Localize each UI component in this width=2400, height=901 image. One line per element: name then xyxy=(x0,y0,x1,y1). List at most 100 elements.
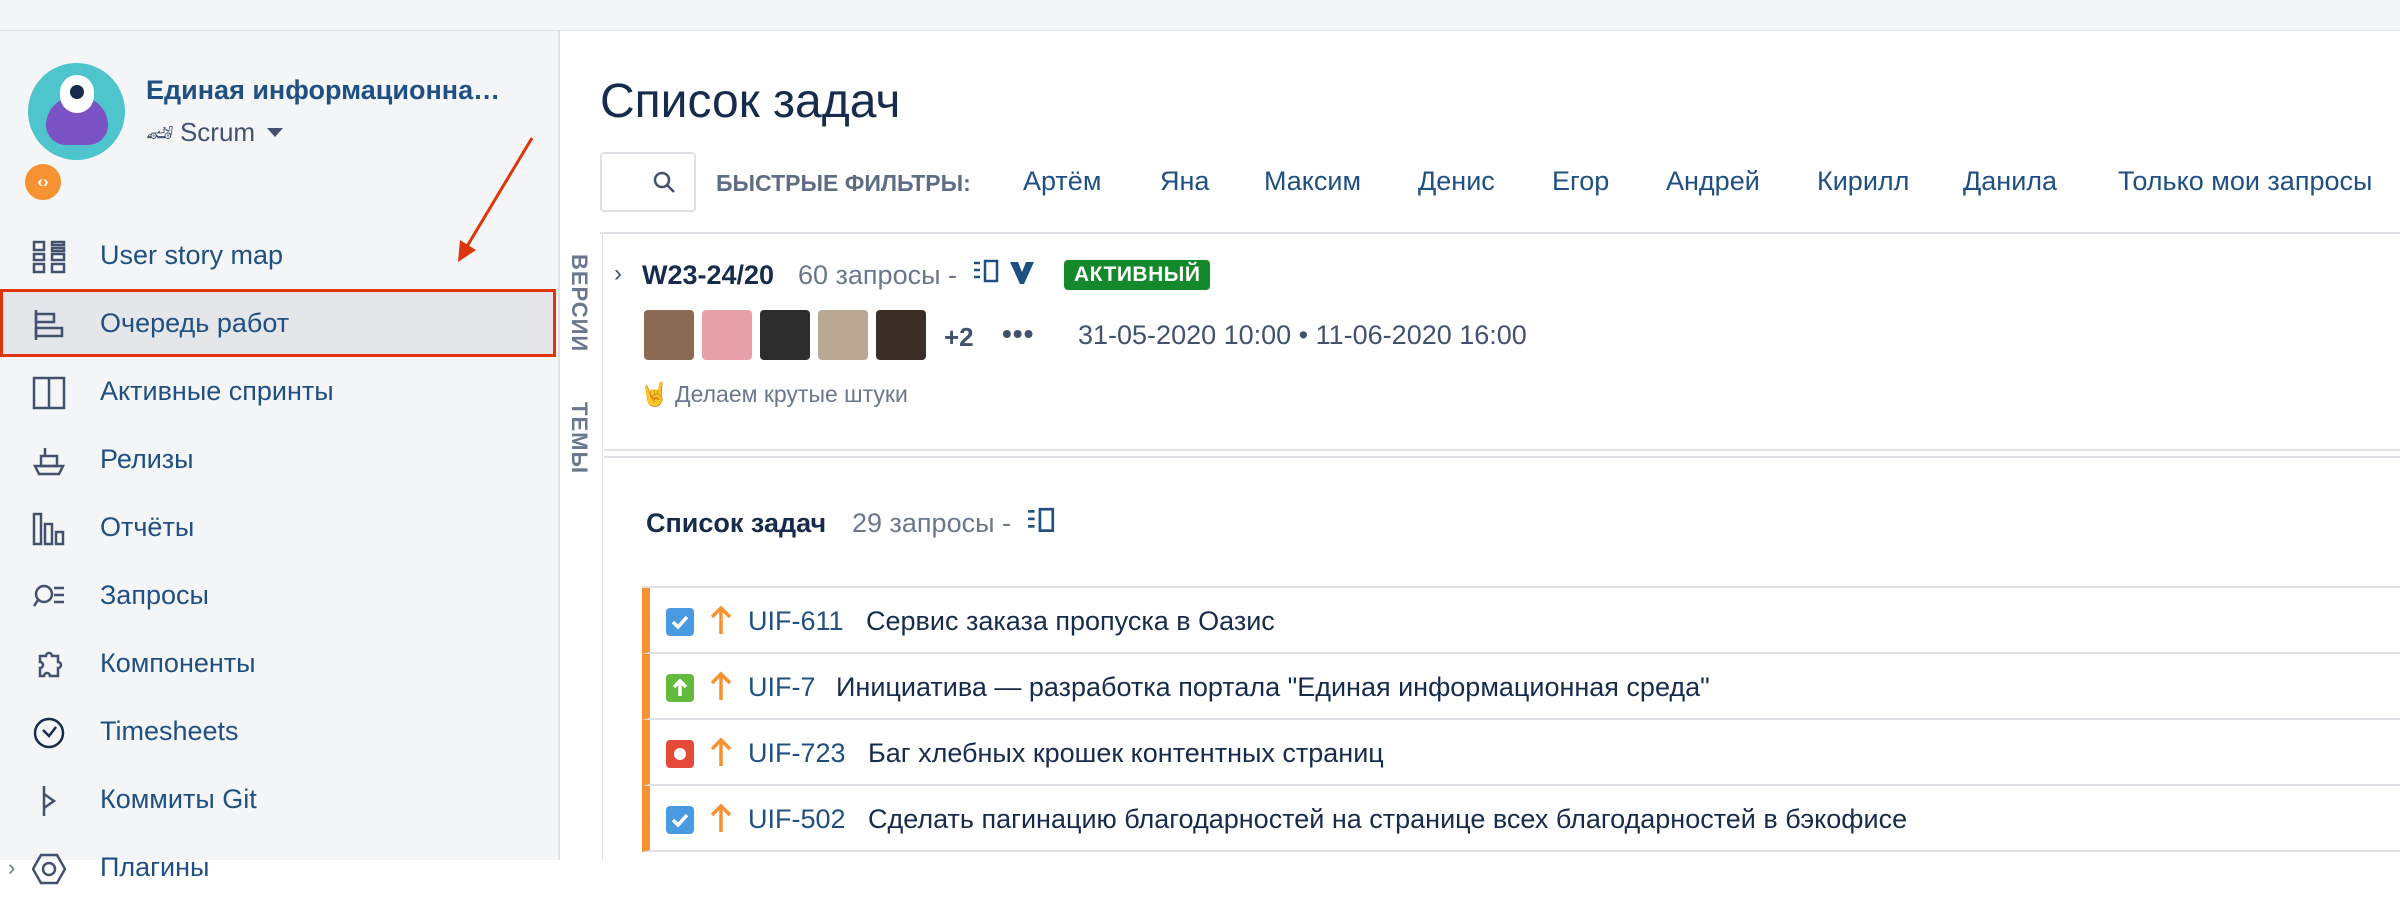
priority-high-icon xyxy=(710,671,732,700)
sidebar-item-git-commits[interactable]: Коммиты Git xyxy=(0,765,556,833)
sprint-name[interactable]: W23-24/20 xyxy=(642,260,774,291)
puzzle-icon xyxy=(38,651,63,678)
search-icon xyxy=(653,171,675,193)
quick-filter[interactable]: Только мои запросы xyxy=(2118,166,2372,197)
avatar[interactable] xyxy=(644,310,694,360)
sidebar-item-reports[interactable]: Отчёты xyxy=(0,493,556,561)
issue-list-icon[interactable] xyxy=(1026,506,1056,536)
tab-epics[interactable]: ТЕМЫ xyxy=(566,402,592,474)
sprint-flag-icon[interactable] xyxy=(1008,258,1036,286)
chevron-right-icon: › xyxy=(8,855,16,880)
task-type-icon xyxy=(666,806,694,834)
sidebar-item-label: Активные спринты xyxy=(100,376,334,406)
sprint-issue-count: 60 запросы - xyxy=(798,260,957,290)
bug-type-icon xyxy=(666,740,694,768)
sidebar-item-label: Релизы xyxy=(100,444,194,474)
divider xyxy=(600,232,2400,234)
table-row[interactable]: UIF-7 Инициатива — разработка портала "Е… xyxy=(642,654,2400,720)
quick-filter[interactable]: Егор xyxy=(1552,166,1609,197)
quick-filter[interactable]: Максим xyxy=(1264,166,1361,197)
board-icon xyxy=(32,376,66,410)
backlog-issue-count: 29 запросы - xyxy=(852,508,1011,538)
hexagon-icon xyxy=(32,853,66,885)
story-type-icon xyxy=(666,674,694,702)
vertical-tabs: ВЕРСИИ ТЕМЫ xyxy=(558,232,603,860)
quick-filter[interactable]: Артём xyxy=(1023,166,1101,197)
priority-high-icon xyxy=(710,803,732,832)
sidebar-item-label: Плагины xyxy=(100,852,210,882)
sidebar-item-timesheets[interactable]: Timesheets xyxy=(0,697,556,765)
reports-icon xyxy=(32,512,65,546)
quick-filters-label: БЫСТРЫЕ ФИЛЬТРЫ: xyxy=(716,170,971,196)
avatar-eye-shape xyxy=(70,85,84,99)
code-badge-icon: ‹› xyxy=(22,161,64,203)
status-badge: АКТИВНЫЙ xyxy=(1064,260,1211,290)
quick-filter[interactable]: Денис xyxy=(1418,166,1495,197)
issue-key[interactable]: UIF-723 xyxy=(748,738,846,769)
backlog-title: Список задач xyxy=(646,508,827,538)
divider xyxy=(604,456,2400,458)
issue-key[interactable]: UIF-502 xyxy=(748,804,846,835)
sidebar-nav: User story map Очередь работ Активные сп… xyxy=(0,221,556,901)
issue-summary[interactable]: Сделать пагинацию благодарностей на стра… xyxy=(868,804,1907,835)
issue-summary[interactable]: Баг хлебных крошек контентных страниц xyxy=(868,738,1384,769)
sidebar-item-label: Отчёты xyxy=(100,512,195,542)
more-actions-icon[interactable]: ••• xyxy=(1002,318,1034,350)
grid-icon xyxy=(32,240,66,274)
table-row[interactable]: UIF-502 Сделать пагинацию благодарностей… xyxy=(642,786,2400,852)
avatar[interactable] xyxy=(818,310,868,360)
sprint-dates: 31-05-2020 10:00 • 11-06-2020 16:00 xyxy=(1078,320,1527,350)
sidebar-item-label: Компоненты xyxy=(100,648,256,678)
quick-filter[interactable]: Данила xyxy=(1963,166,2057,197)
annotation-arrow xyxy=(458,137,534,262)
priority-high-icon xyxy=(710,605,732,634)
sprint-icons xyxy=(972,258,1036,286)
sidebar-item-label: Запросы xyxy=(100,580,209,610)
issues-search-icon xyxy=(32,584,64,607)
quick-filter[interactable]: Кирилл xyxy=(1817,166,1909,197)
more-assignees[interactable]: +2 xyxy=(944,322,974,353)
project-name[interactable]: Единая информационна… xyxy=(146,75,526,106)
issue-summary[interactable]: Инициатива — разработка портала "Единая … xyxy=(836,672,1710,703)
project-avatar[interactable] xyxy=(28,63,125,160)
chevron-right-icon[interactable]: › xyxy=(614,260,622,288)
board-switcher[interactable]: 🏎 Scrum xyxy=(146,117,284,148)
sidebar-item-releases[interactable]: Релизы xyxy=(0,425,556,493)
sidebar-item-active-sprints[interactable]: Активные спринты xyxy=(0,357,556,425)
sprint-goal: 🤘 Делаем крутые штуки xyxy=(640,381,908,407)
sidebar-item-components[interactable]: Компоненты xyxy=(0,629,556,697)
top-bar xyxy=(0,0,2400,31)
tab-versions[interactable]: ВЕРСИИ xyxy=(566,254,592,352)
avatar[interactable] xyxy=(702,310,752,360)
ship-icon xyxy=(32,448,66,476)
avatar[interactable] xyxy=(760,310,810,360)
task-type-icon xyxy=(666,608,694,636)
issue-key[interactable]: UIF-611 xyxy=(748,606,844,637)
sidebar-item-label: Коммиты Git xyxy=(100,784,257,814)
issue-list: UIF-611 Сервис заказа пропуска в Оазис U… xyxy=(642,586,2400,852)
backlog-icon xyxy=(34,310,64,340)
page-title: Список задач xyxy=(600,75,901,128)
sidebar-item-issues[interactable]: Запросы xyxy=(0,561,556,629)
quick-filter[interactable]: Яна xyxy=(1160,166,1209,197)
issue-list-icon[interactable] xyxy=(972,258,1000,286)
avatar[interactable] xyxy=(876,310,926,360)
search-input[interactable] xyxy=(600,152,696,212)
quick-filter[interactable]: Андрей xyxy=(1666,166,1760,197)
table-row[interactable]: UIF-611 Сервис заказа пропуска в Оазис xyxy=(642,588,2400,654)
sidebar-item-label: Очередь работ xyxy=(100,308,290,338)
git-commit-icon xyxy=(42,786,57,816)
issue-summary[interactable]: Сервис заказа пропуска в Оазис xyxy=(866,606,1275,637)
issue-key[interactable]: UIF-7 xyxy=(748,672,816,703)
sidebar-item-plugins[interactable]: › Плагины xyxy=(0,833,556,901)
sidebar-item-backlog[interactable]: Очередь работ xyxy=(0,289,556,357)
assignee-avatars xyxy=(644,310,926,360)
sidebar-item-label: Timesheets xyxy=(100,716,239,746)
table-row[interactable]: UIF-723 Баг хлебных крошек контентных ст… xyxy=(642,720,2400,786)
race-car-icon: 🏎 xyxy=(146,119,174,145)
sidebar-item-label: User story map xyxy=(100,240,284,270)
board-type-label: Scrum xyxy=(179,117,256,147)
priority-high-icon xyxy=(710,737,732,766)
clock-icon xyxy=(33,717,65,749)
chevron-down-icon xyxy=(267,128,284,137)
